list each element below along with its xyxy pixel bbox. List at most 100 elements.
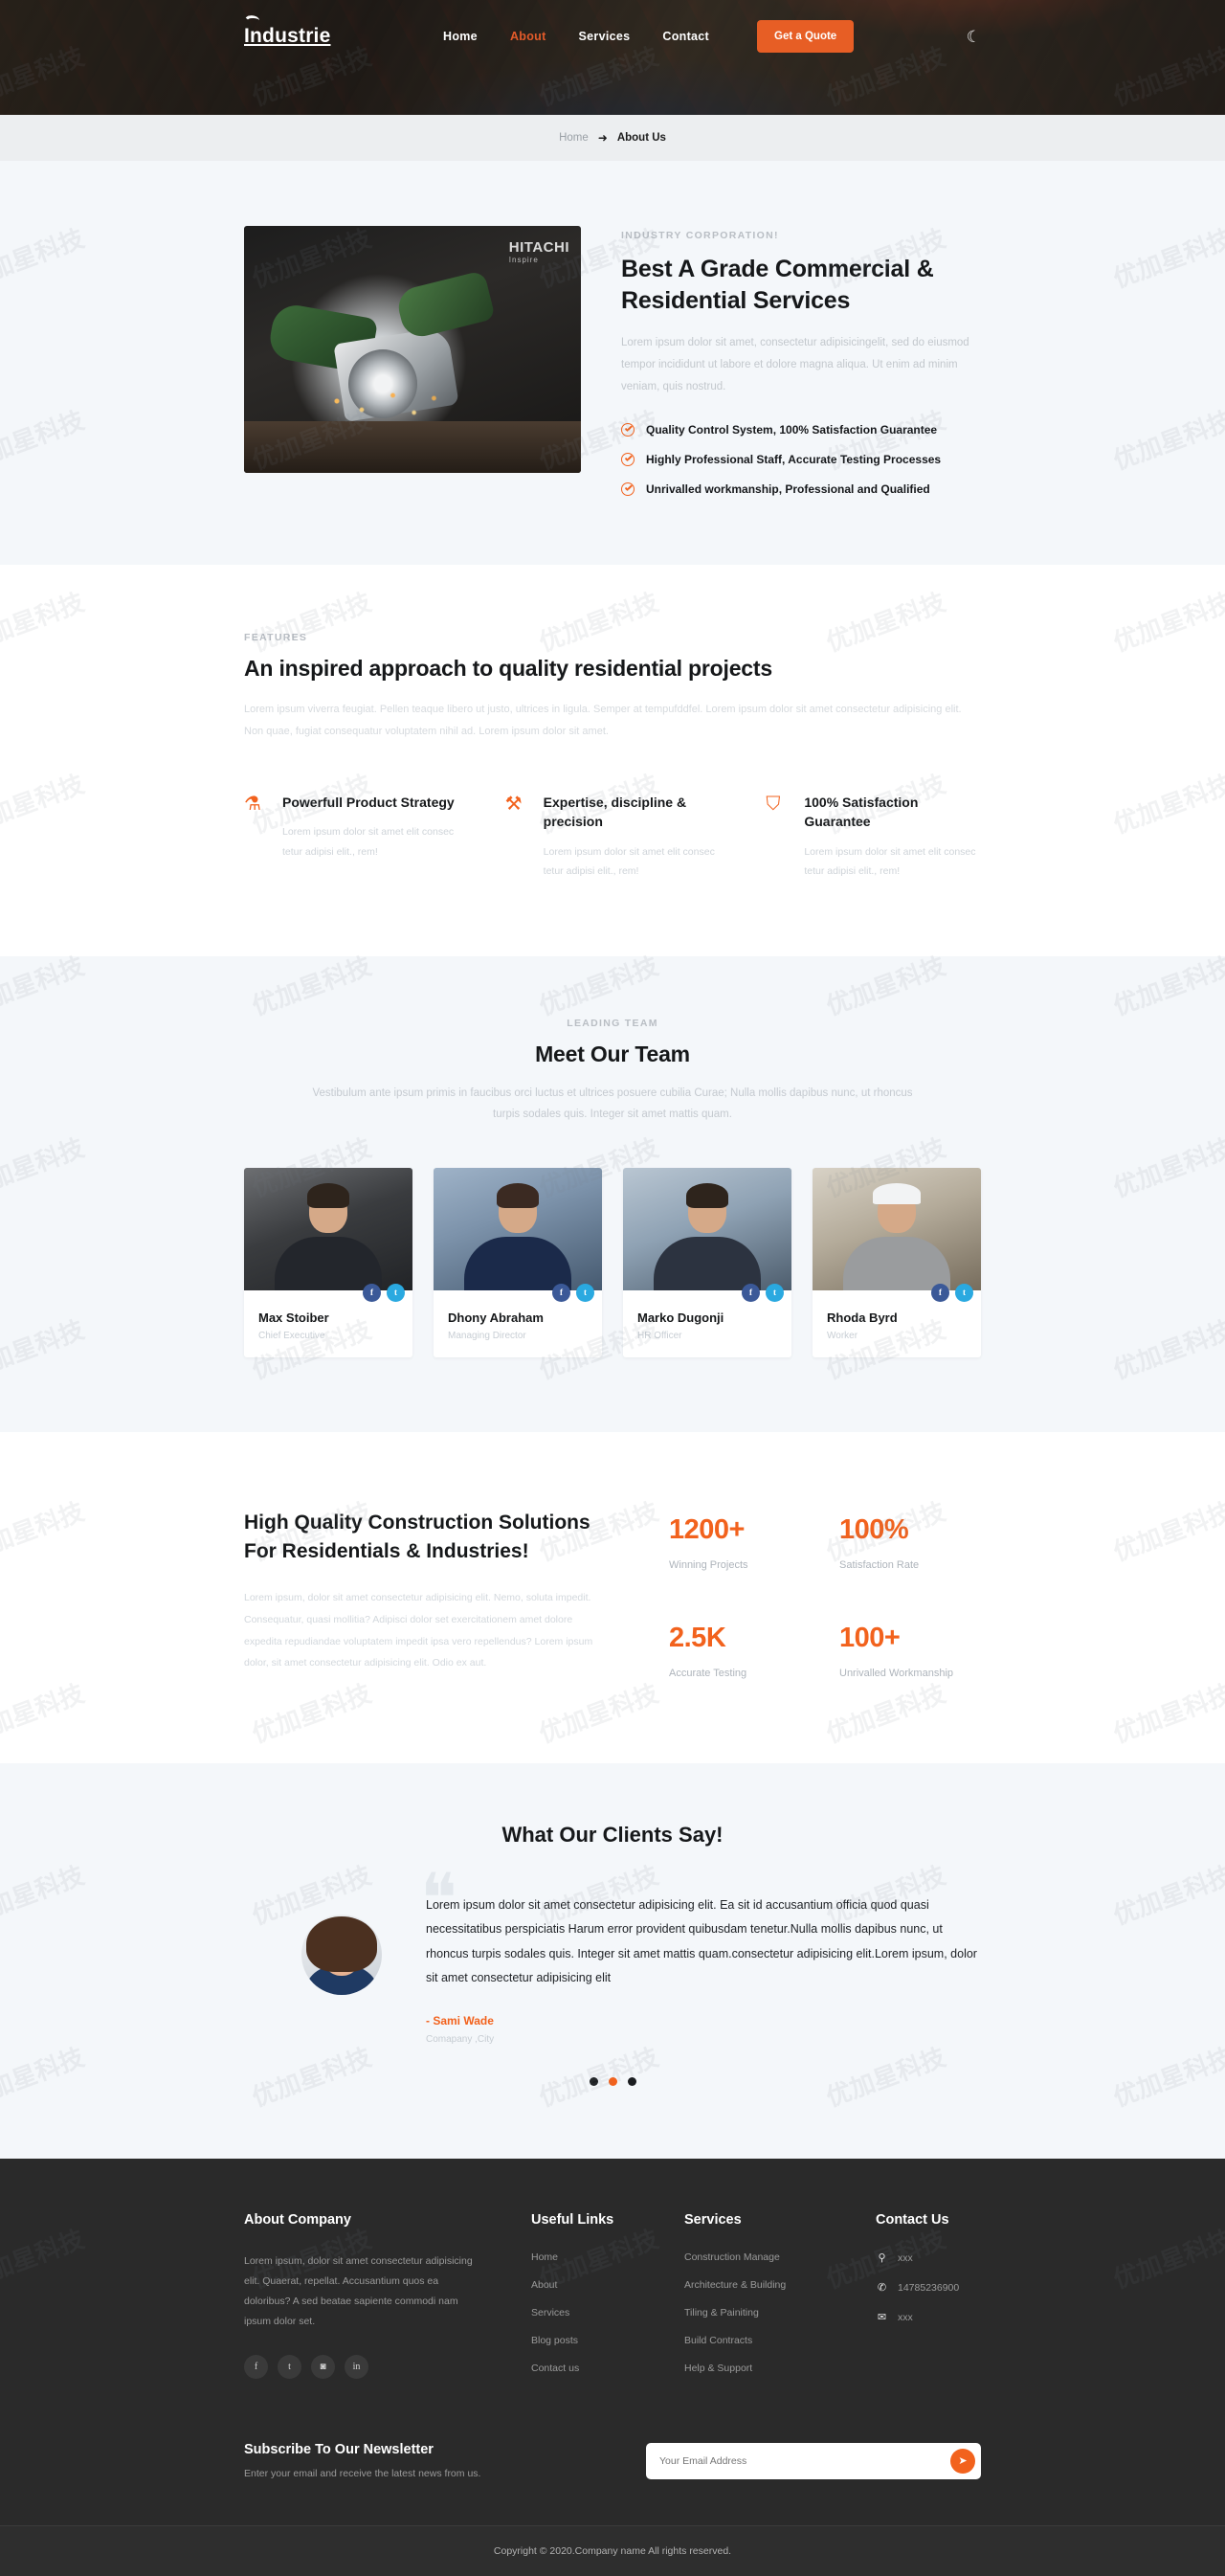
instagram-icon[interactable]: ◙: [311, 2355, 335, 2380]
features-eyebrow: FEATURES: [244, 632, 308, 643]
breadcrumb-arrow-icon: ➜: [597, 131, 608, 145]
footer-link-services[interactable]: Services: [531, 2307, 684, 2318]
footer-contact-address: ⚲ xxx: [876, 2251, 981, 2265]
footer-link-home[interactable]: Home: [531, 2251, 684, 2263]
team-title: Meet Our Team: [535, 1041, 690, 1066]
facebook-icon[interactable]: f: [742, 1283, 760, 1302]
facebook-icon[interactable]: f: [244, 2355, 268, 2380]
nav-item-services[interactable]: Services: [579, 30, 631, 43]
footer-useful-links-heading: Useful Links: [531, 2212, 614, 2229]
envelope-icon: ✉: [877, 2312, 887, 2324]
team-member-role: Chief Executive: [258, 1330, 325, 1341]
brand-logo[interactable]: Industrie: [243, 14, 331, 48]
nav-item-home[interactable]: Home: [443, 30, 478, 43]
team-member-photo: f t: [623, 1167, 791, 1302]
get-a-quote-button[interactable]: Get a Quote: [757, 20, 855, 53]
breadcrumb-home-link[interactable]: Home: [559, 132, 589, 144]
footer-services-column: Services Construction Manage Architectur…: [684, 2212, 876, 2390]
stats-section: High Quality Construction Solutions For …: [0, 1431, 1225, 1763]
team-member-card[interactable]: f t Marko Dugonji HR Officer: [623, 1167, 791, 1357]
testimonials-section: What Our Clients Say! ❝ Lorem ipsum dolo…: [0, 1762, 1225, 2160]
checklist-item: Quality Control System, 100% Satisfactio…: [621, 423, 981, 437]
feature-card: ⛉ 100% Satisfaction Guarantee Lorem ipsu…: [766, 793, 981, 882]
features-list: ⚗ Powerfull Product Strategy Lorem ipsum…: [244, 793, 981, 882]
nav-item-contact[interactable]: Contact: [662, 30, 709, 43]
breadcrumb-current: About Us: [616, 132, 666, 144]
check-circle-icon: [621, 453, 635, 466]
linkedin-icon[interactable]: in: [345, 2355, 368, 2380]
testimonials-title: What Our Clients Say!: [501, 1822, 724, 1847]
sparks-shape: [324, 361, 450, 419]
testimonial-author: - Sami Wade: [426, 2014, 494, 2028]
twitter-icon[interactable]: t: [766, 1283, 784, 1302]
newsletter-email-input[interactable]: [659, 2454, 950, 2467]
about-section: HITACHI Inspire INDUSTRY CORPORATION! Be…: [0, 161, 1225, 565]
send-icon[interactable]: ➤: [950, 2448, 975, 2474]
carousel-dot-1[interactable]: [589, 2077, 598, 2087]
brand-name: Industrie: [244, 25, 331, 47]
team-social-links: f t: [931, 1283, 973, 1302]
stats-paragraph: Lorem ipsum, dolor sit amet consectetur …: [244, 1592, 593, 1669]
footer-link-contact-us[interactable]: Contact us: [531, 2363, 684, 2374]
carousel-dot-2[interactable]: [608, 2077, 617, 2087]
twitter-icon[interactable]: t: [955, 1283, 973, 1302]
twitter-icon[interactable]: t: [278, 2355, 301, 2380]
newsletter-heading: Subscribe To Our Newsletter: [244, 2442, 434, 2458]
footer-service-construction-manage[interactable]: Construction Manage: [684, 2251, 876, 2263]
team-member-card[interactable]: f t Rhoda Byrd Worker: [813, 1167, 981, 1357]
breadcrumb: Home ➜ About Us: [0, 115, 1225, 161]
phone-icon: ✆: [877, 2282, 887, 2295]
footer-contact-phone-value: 14785236900: [898, 2281, 960, 2294]
footer-social-links: f t ◙ in: [244, 2355, 531, 2380]
newsletter-section: Subscribe To Our Newsletter Enter your e…: [244, 2442, 981, 2479]
footer-service-help-support[interactable]: Help & Support: [684, 2363, 876, 2374]
page-root: Industrie Home About Services Contact Ge…: [0, 0, 1225, 2576]
footer-link-blog-posts[interactable]: Blog posts: [531, 2335, 684, 2346]
newsletter-subtext: Enter your email and receive the latest …: [244, 2468, 481, 2480]
tool-brand-sub: Inspire: [508, 256, 539, 264]
shield-icon: ⛉: [766, 794, 781, 816]
facebook-icon[interactable]: f: [931, 1283, 949, 1302]
team-member-role: Managing Director: [448, 1330, 526, 1341]
strategy-icon: ⚗: [244, 794, 261, 816]
team-cards: f t Max Stoiber Chief Executive f t Dhon…: [244, 1167, 981, 1357]
footer-service-tiling-painting[interactable]: Tiling & Painiting: [684, 2307, 876, 2318]
facebook-icon[interactable]: f: [363, 1283, 381, 1302]
footer-link-about[interactable]: About: [531, 2279, 684, 2291]
checklist-label: Highly Professional Staff, Accurate Test…: [646, 453, 942, 466]
features-intro: Lorem ipsum viverra feugiat. Pellen teaq…: [244, 704, 962, 738]
checklist-label: Unrivalled workmanship, Professional and…: [646, 482, 930, 496]
twitter-icon[interactable]: t: [387, 1283, 405, 1302]
team-member-photo: f t: [244, 1167, 412, 1302]
nav-item-about[interactable]: About: [510, 30, 546, 43]
feature-desc: Lorem ipsum dolor sit amet elit consec t…: [282, 826, 455, 858]
feature-card: ⚗ Powerfull Product Strategy Lorem ipsum…: [244, 793, 459, 882]
team-member-card[interactable]: f t Max Stoiber Chief Executive: [244, 1167, 412, 1357]
footer-about-column: About Company Lorem ipsum, dolor sit ame…: [244, 2212, 531, 2390]
feature-desc: Lorem ipsum dolor sit amet elit consec t…: [543, 845, 715, 878]
stat-value: 2.5K: [669, 1622, 726, 1653]
team-member-name: Marko Dugonji: [637, 1310, 724, 1325]
team-member-name: Rhoda Byrd: [827, 1310, 898, 1325]
testimonial-company: Comapany ,City: [426, 2034, 495, 2046]
carousel-dot-3[interactable]: [627, 2077, 636, 2087]
footer-contact-heading: Contact Us: [876, 2212, 949, 2229]
stat-value: 100%: [839, 1513, 909, 1545]
footer-service-architecture-building[interactable]: Architecture & Building: [684, 2279, 876, 2291]
carousel-dots: [244, 2077, 981, 2087]
footer-about-text: Lorem ipsum, dolor sit amet consectetur …: [244, 2255, 473, 2328]
team-eyebrow: LEADING TEAM: [567, 1017, 658, 1029]
location-pin-icon: ⚲: [878, 2252, 886, 2265]
footer-service-build-contracts[interactable]: Build Contracts: [684, 2335, 876, 2346]
features-title: An inspired approach to quality resident…: [244, 656, 772, 681]
team-member-photo: f t: [813, 1167, 981, 1302]
team-member-card[interactable]: f t Dhony Abraham Managing Director: [434, 1167, 602, 1357]
moon-icon[interactable]: ☾: [967, 29, 981, 45]
check-circle-icon: [621, 423, 635, 437]
hero-header: Industrie Home About Services Contact Ge…: [0, 0, 1225, 115]
team-member-name: Dhony Abraham: [448, 1310, 544, 1325]
twitter-icon[interactable]: t: [576, 1283, 594, 1302]
feature-title: 100% Satisfaction Guarantee: [804, 795, 919, 830]
newsletter-form: ➤: [646, 2442, 981, 2479]
facebook-icon[interactable]: f: [552, 1283, 570, 1302]
